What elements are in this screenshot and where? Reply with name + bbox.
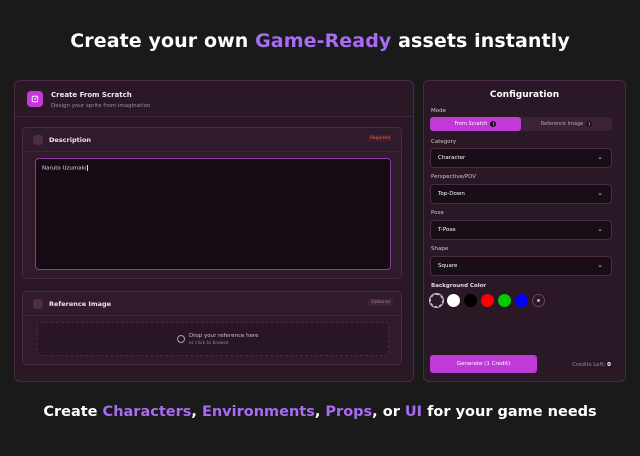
text-caret <box>87 165 88 171</box>
image-icon <box>33 299 43 309</box>
category-label: Category <box>431 139 457 145</box>
mode-from-scratch-button[interactable]: From Scratch ? <box>430 117 521 131</box>
pose-value: T-Pose <box>438 227 456 233</box>
generate-button[interactable]: Generate (1 Credit) <box>430 355 537 373</box>
chevron-down-icon: ⌄ <box>597 261 603 269</box>
description-card: Description Required Naruto Uzumaki <box>22 127 402 279</box>
pose-select[interactable]: T-Pose ⌄ <box>430 220 612 240</box>
description-header: Description Required <box>23 128 401 152</box>
footline-text-5: for your game needs <box>422 404 597 420</box>
reference-title: Reference Image <box>49 300 112 308</box>
credits-value: 0 <box>607 362 611 368</box>
footline-text-3: , <box>314 404 326 420</box>
reference-image-card: Reference Image Optional Drop your refer… <box>22 291 402 365</box>
credits-left: Credits Left: 0 <box>572 362 611 368</box>
reference-header: Reference Image Optional <box>23 292 401 316</box>
help-icon[interactable]: ? <box>490 121 497 127</box>
footline-props: Props <box>325 404 373 420</box>
category-value: Character <box>438 155 466 161</box>
configuration-title: Configuration <box>489 90 560 100</box>
create-panel-subtitle: Design your sprite from imagination <box>51 103 151 109</box>
headline: Create your own Game-Ready assets instan… <box>0 30 640 52</box>
category-select[interactable]: Character ⌄ <box>430 148 612 168</box>
swatch-000000[interactable] <box>464 294 477 307</box>
shape-label: Shape <box>431 246 449 252</box>
swatch-0000ff[interactable] <box>515 294 528 307</box>
shape-select[interactable]: Square ⌄ <box>430 256 612 276</box>
required-badge: Required <box>366 135 393 142</box>
document-icon <box>33 135 43 145</box>
mode-reference-image-button[interactable]: Reference Image ? <box>521 117 612 131</box>
headline-highlight: Game-Ready <box>255 30 392 52</box>
background-color-swatches <box>430 294 612 308</box>
footline-characters: Characters <box>102 404 192 420</box>
mode-toggle: From Scratch ? Reference Image ? <box>430 117 612 131</box>
upload-icon <box>177 335 185 343</box>
swatch-ffffff[interactable] <box>447 294 460 307</box>
description-input[interactable]: Naruto Uzumaki <box>35 158 391 270</box>
optional-badge: Optional <box>367 299 393 306</box>
perspective-value: Top-Down <box>438 191 465 197</box>
swatch-00cc00[interactable] <box>498 294 511 307</box>
swatch-transparent[interactable] <box>430 294 443 307</box>
footline-text-1: Create <box>43 404 103 420</box>
footline-text-4: , or <box>372 404 405 420</box>
reference-drop-zone[interactable]: Drop your reference here or click to bro… <box>37 322 389 356</box>
credits-label: Credits Left: <box>572 362 606 368</box>
create-panel-header: Create From Scratch Design your sprite f… <box>15 81 413 117</box>
configuration-panel: Configuration Mode From Scratch ? Refere… <box>423 80 626 382</box>
headline-prefix: Create your own <box>70 30 256 52</box>
perspective-label: Perspective/POV <box>431 174 477 180</box>
background-color-label: Background Color <box>431 283 487 289</box>
shape-value: Square <box>438 263 458 269</box>
description-title: Description <box>49 136 92 144</box>
chevron-down-icon: ⌄ <box>597 153 603 161</box>
chevron-down-icon: ⌄ <box>597 189 603 197</box>
drop-zone-text: Drop your reference here <box>189 333 259 339</box>
description-value: Naruto Uzumaki <box>42 165 87 172</box>
swatch-ff0000[interactable] <box>481 294 494 307</box>
help-icon[interactable]: ? <box>586 121 593 127</box>
mode-label: Mode <box>431 108 446 114</box>
mode-reference-image-label: Reference Image <box>540 121 584 127</box>
pose-label: Pose <box>431 210 444 216</box>
chevron-down-icon: ⌄ <box>597 225 603 233</box>
footline: Create Characters, Environments, Props, … <box>0 404 640 420</box>
mode-from-scratch-label: From Scratch <box>454 121 488 127</box>
footline-ui: UI <box>404 404 423 420</box>
color-picker-icon[interactable] <box>532 294 545 307</box>
headline-suffix: assets instantly <box>391 30 570 52</box>
drop-zone-subtext: or click to browse <box>189 341 229 346</box>
perspective-select[interactable]: Top-Down ⌄ <box>430 184 612 204</box>
edit-icon <box>27 91 43 107</box>
footline-text-2: , <box>191 404 202 420</box>
create-panel-title: Create From Scratch <box>51 91 132 99</box>
footline-environments: Environments <box>201 404 315 420</box>
